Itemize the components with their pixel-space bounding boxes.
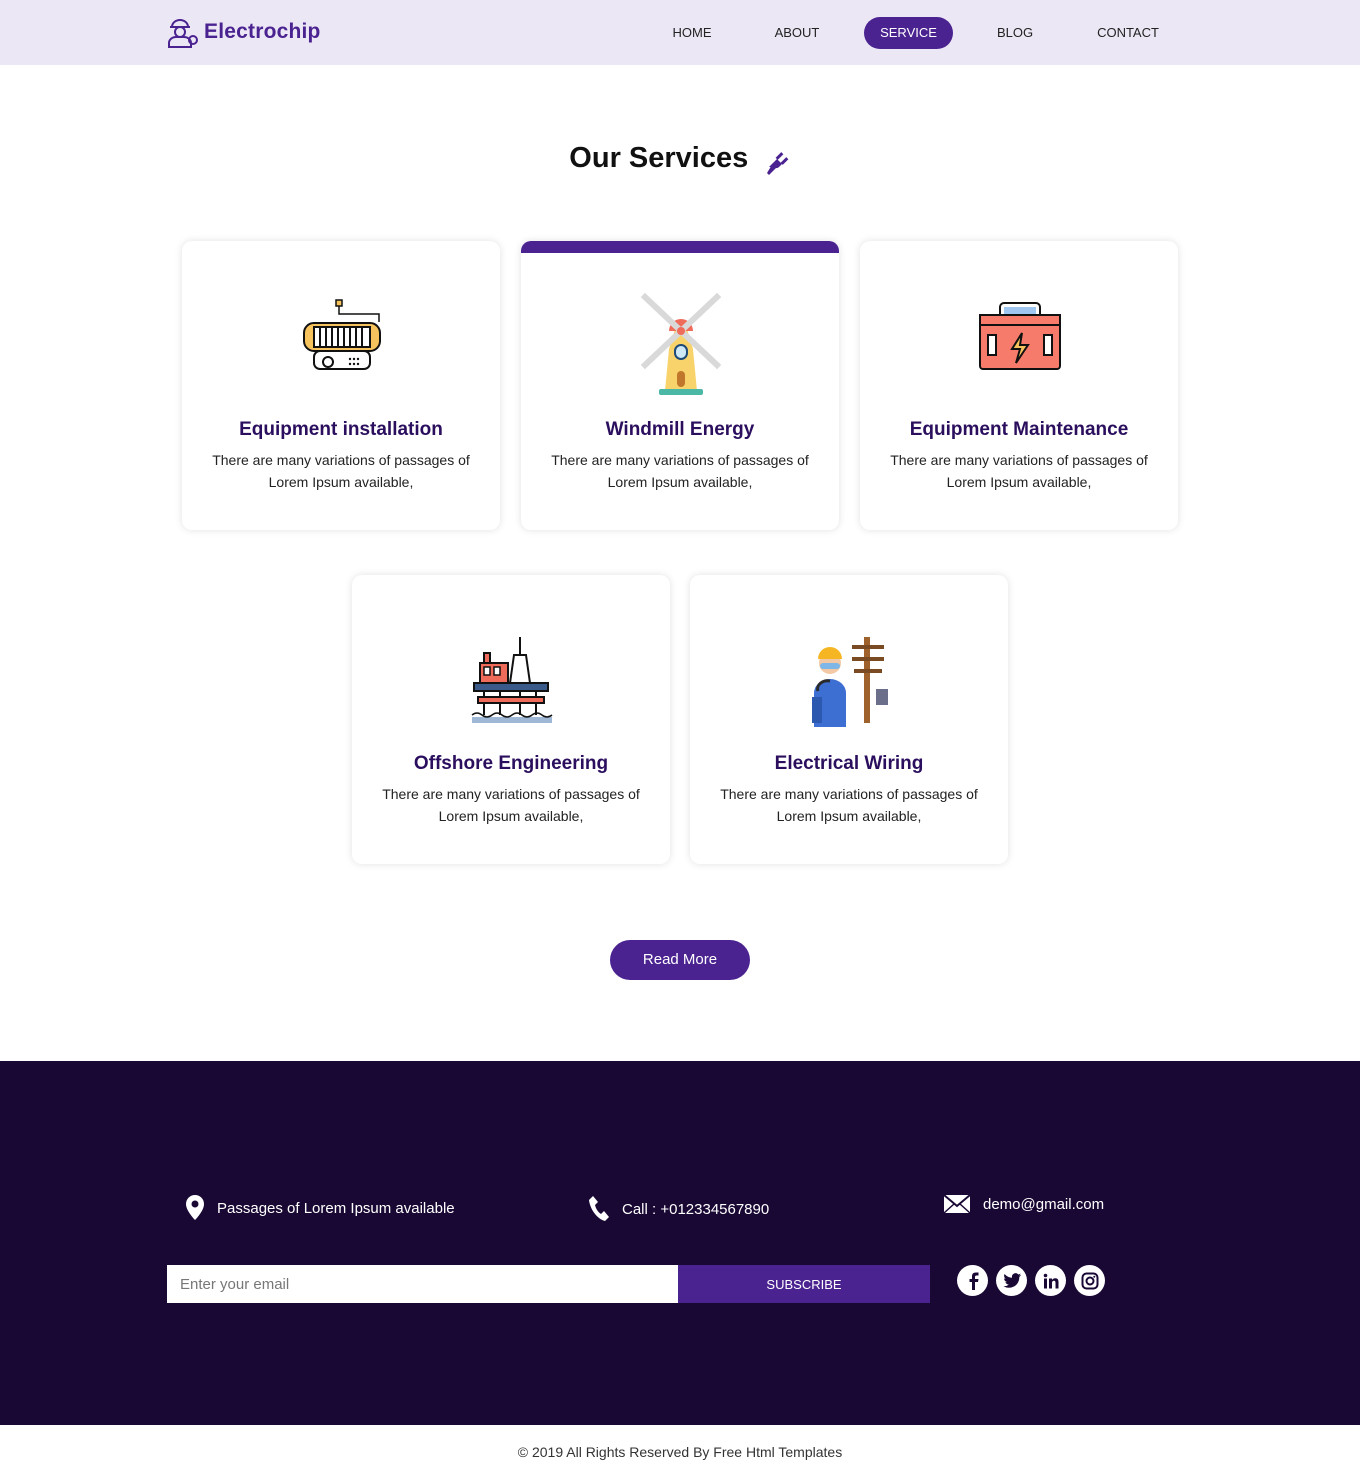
nav-contact[interactable]: CONTACT xyxy=(1088,17,1168,49)
generator-icon xyxy=(303,299,381,370)
service-card-offshore-engineering[interactable]: Offshore Engineering There are many vari… xyxy=(352,575,670,864)
footer-email: demo@gmail.com xyxy=(943,1193,1104,1215)
nav-blog[interactable]: BLOG xyxy=(987,17,1043,49)
social-links xyxy=(957,1265,1105,1296)
service-title: Offshore Engineering xyxy=(413,753,609,774)
windmill-icon xyxy=(640,292,722,395)
plug-icon xyxy=(766,151,789,175)
facebook-icon[interactable] xyxy=(957,1265,988,1296)
phone-icon xyxy=(589,1196,609,1221)
newsletter-email-input[interactable] xyxy=(167,1265,678,1303)
linkedin-icon[interactable] xyxy=(1035,1265,1066,1296)
footer-address: Passages of Lorem Ipsum available xyxy=(185,1195,455,1221)
page-title: Our Services xyxy=(569,142,749,174)
service-description: There are many variations of passages of… xyxy=(212,452,470,490)
service-title: Windmill Energy xyxy=(605,419,755,440)
address-text: Passages of Lorem Ipsum available xyxy=(217,1199,455,1217)
service-title: Equipment Maintenance xyxy=(909,419,1129,440)
service-card-equipment-installation[interactable]: Equipment installation There are many va… xyxy=(182,241,500,530)
electrician-icon xyxy=(812,637,888,727)
site-header: Electrochip HOME ABOUT SERVICE BLOG CONT… xyxy=(0,0,1360,65)
subscribe-button[interactable]: SUBSCRIBE xyxy=(678,1265,930,1303)
service-title: Equipment installation xyxy=(239,419,443,440)
instagram-icon[interactable] xyxy=(1074,1265,1105,1296)
service-description: There are many variations of passages of… xyxy=(551,452,809,490)
service-description: There are many variations of passages of… xyxy=(382,786,640,824)
service-description: There are many variations of passages of… xyxy=(890,452,1148,490)
main-nav: HOME ABOUT SERVICE BLOG CONTACT xyxy=(0,17,1360,49)
read-more-button[interactable]: Read More xyxy=(610,940,750,980)
phone-text[interactable]: Call : +012334567890 xyxy=(622,1201,769,1218)
nav-service[interactable]: SERVICE xyxy=(864,17,953,49)
service-card-windmill-energy[interactable]: Windmill Energy There are many variation… xyxy=(521,241,839,530)
copyright-text: © 2019 All Rights Reserved By Free Html … xyxy=(517,1444,843,1460)
mail-icon xyxy=(943,1194,971,1214)
services-heading: Our Services xyxy=(0,142,1360,175)
nav-about[interactable]: ABOUT xyxy=(764,17,830,49)
site-footer: Passages of Lorem Ipsum available Call :… xyxy=(0,1061,1360,1425)
service-card-electrical-wiring[interactable]: Electrical Wiring There are many variati… xyxy=(690,575,1008,864)
footer-phone: Call : +012334567890 xyxy=(588,1195,769,1223)
service-card-equipment-maintenance[interactable]: Equipment Maintenance There are many var… xyxy=(860,241,1178,530)
service-title: Electrical Wiring xyxy=(774,753,924,774)
oil-rig-icon xyxy=(471,637,553,723)
twitter-icon[interactable] xyxy=(996,1265,1027,1296)
toolbox-icon xyxy=(979,302,1061,370)
nav-home[interactable]: HOME xyxy=(660,17,724,49)
email-text[interactable]: demo@gmail.com xyxy=(983,1196,1104,1213)
service-description: There are many variations of passages of… xyxy=(720,786,978,824)
location-pin-icon xyxy=(186,1195,204,1220)
